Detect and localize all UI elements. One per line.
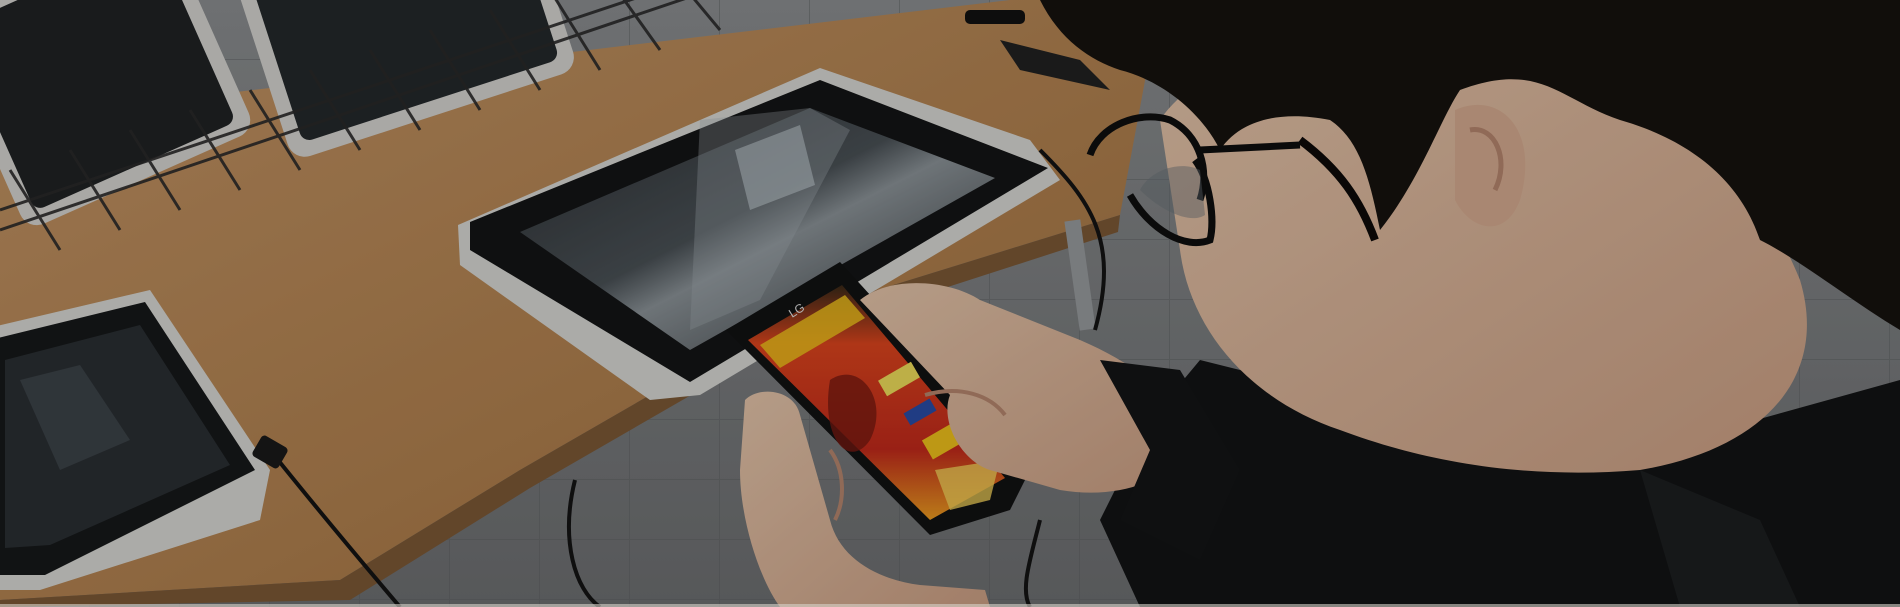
- hero-banner: LG: [0, 0, 1900, 607]
- scene-photo: LG: [0, 0, 1900, 607]
